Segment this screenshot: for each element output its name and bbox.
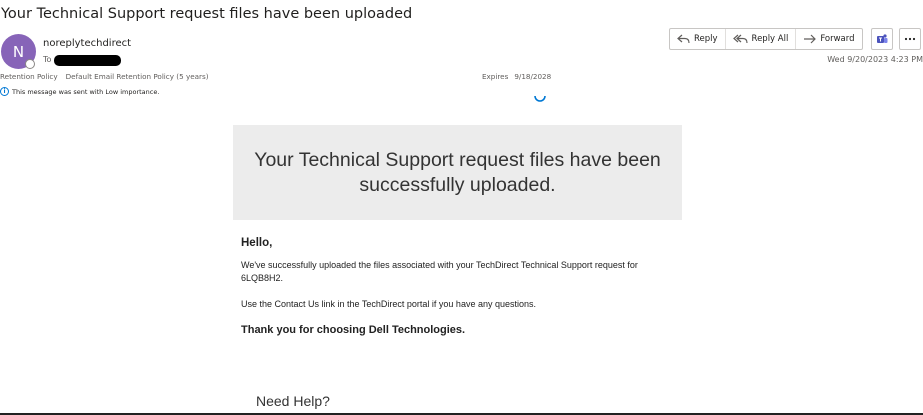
reply-actions-group: Reply Reply All Forward: [669, 28, 863, 50]
retention-value: Default Email Retention Policy (5 years): [65, 72, 209, 81]
greeting: Hello,: [241, 237, 273, 249]
more-options-button[interactable]: [898, 28, 921, 50]
email-subject: Your Technical Support request files hav…: [1, 6, 413, 22]
need-help-heading: Need Help?: [256, 393, 330, 409]
forward-button[interactable]: Forward: [796, 29, 861, 49]
presence-status-icon: [25, 59, 35, 69]
email-banner: Your Technical Support request files hav…: [233, 125, 682, 220]
expires-label: Expires: [482, 72, 509, 81]
loading-spinner-icon: [534, 95, 546, 102]
expiration: Expires 9/18/2028: [482, 72, 551, 81]
message-actions: Reply Reply All Forward: [669, 28, 921, 50]
expires-value: 9/18/2028: [514, 72, 552, 81]
to-label: To: [43, 55, 52, 64]
importance-notice: i This message was sent with Low importa…: [0, 87, 159, 96]
forward-label: Forward: [820, 34, 855, 44]
reply-all-button[interactable]: Reply All: [726, 29, 797, 49]
received-date: Wed 9/20/2023 4:23 PM: [827, 55, 923, 64]
reply-label: Reply: [694, 34, 718, 44]
redacted-recipient: [54, 55, 121, 66]
body-paragraph-contact: Use the Contact Us link in the TechDirec…: [241, 299, 536, 309]
body-paragraph-upload: We've successfully uploaded the files as…: [241, 260, 638, 283]
forward-icon: [804, 34, 817, 43]
avatar-initial: N: [12, 42, 25, 61]
info-icon: i: [0, 87, 9, 96]
reply-button[interactable]: Reply: [670, 29, 726, 49]
importance-text: This message was sent with Low importanc…: [12, 87, 160, 96]
teams-icon: [876, 34, 888, 43]
reply-all-icon: [732, 34, 748, 43]
sender-name[interactable]: noreplytechdirect: [43, 38, 131, 49]
reply-icon: [677, 34, 690, 43]
retention-label: Retention Policy: [0, 72, 58, 81]
email-body: Hello, We've successfully uploaded the f…: [241, 237, 671, 336]
banner-heading: Your Technical Support request files hav…: [254, 148, 661, 196]
retention-policy: Retention Policy Default Email Retention …: [0, 72, 217, 81]
teams-button[interactable]: [870, 28, 893, 50]
reply-all-label: Reply All: [751, 34, 789, 44]
closing-thanks: Thank you for choosing Dell Technologies…: [241, 324, 466, 336]
more-icon: [904, 37, 915, 41]
